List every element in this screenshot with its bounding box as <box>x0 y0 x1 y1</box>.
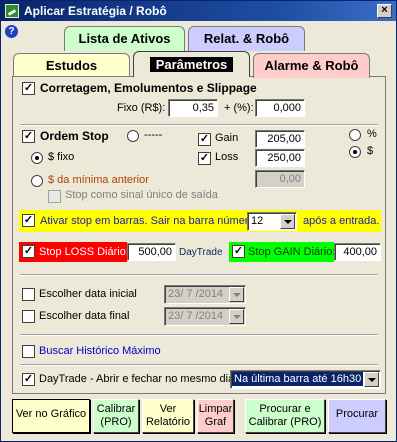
start-date-checkbox[interactable] <box>22 288 35 301</box>
app-icon <box>5 4 19 18</box>
daily-loss-input[interactable]: 500,00 <box>127 243 176 261</box>
unit-dollar-label: $ <box>367 145 374 157</box>
start-date-value: 23/ 7 /2014 <box>168 288 224 300</box>
end-date-picker[interactable]: 23/ 7 /2014 <box>164 307 246 326</box>
tab-alarme-robo[interactable]: Alarme & Robô <box>253 53 370 78</box>
pct-label: + (%): <box>224 102 254 114</box>
loss-label: Loss <box>215 151 239 163</box>
activate-label: Ativar stop em barras. Sair na barra núm… <box>40 215 255 227</box>
stop-min-radio[interactable] <box>31 175 43 187</box>
daily-gain-input[interactable]: 400,00 <box>334 243 381 261</box>
calibrar-button[interactable]: Calibrar (PRO) <box>93 399 139 433</box>
ordem-stop-checkbox[interactable]: ✓ <box>22 130 35 143</box>
separator <box>20 364 378 366</box>
daytrade-row-label: DayTrade - Abrir e fechar no mesmo dia <box>39 373 235 385</box>
activate-suffix: após a entrada. <box>303 215 380 227</box>
bar-number-select[interactable]: 12 <box>247 212 297 231</box>
end-date-value: 23/ 7 /2014 <box>168 310 224 322</box>
loss-input[interactable]: 250,00 <box>255 149 305 167</box>
gain-input[interactable]: 205,00 <box>255 130 305 148</box>
loss-checkbox[interactable]: ✓ <box>198 152 211 165</box>
fixo-input[interactable]: 0,35 <box>168 99 218 117</box>
bar-number-value: 12 <box>251 215 264 227</box>
stop-none-radio[interactable] <box>127 130 139 142</box>
costs-checkbox[interactable]: ✓ <box>22 82 35 95</box>
stop-none-label: ----- <box>144 129 163 141</box>
min-input[interactable]: 0,00 <box>255 170 305 188</box>
unit-pct-radio[interactable] <box>349 129 361 141</box>
daytrade-checkbox[interactable]: ✓ <box>22 373 35 386</box>
gain-label: Gain <box>215 132 239 144</box>
historic-label: Buscar Histórico Máximo <box>39 345 161 357</box>
tab-lista-ativos[interactable]: Lista de Ativos <box>64 26 185 51</box>
tab-estudos[interactable]: Estudos <box>13 53 130 78</box>
procurar-button[interactable]: Procurar <box>328 399 386 433</box>
daily-gain-checkbox[interactable]: ✓ <box>232 245 245 258</box>
separator <box>20 334 378 336</box>
ordem-stop-label: Ordem Stop <box>40 129 109 143</box>
daily-loss-checkbox[interactable]: ✓ <box>22 245 35 258</box>
end-date-label: Escolher data final <box>39 310 130 322</box>
close-button[interactable]: × <box>377 4 392 18</box>
start-date-picker[interactable]: 23/ 7 /2014 <box>164 285 246 304</box>
end-date-checkbox[interactable] <box>22 310 35 323</box>
window-title: Aplicar Estratégia / Robô <box>24 4 167 18</box>
start-date-label: Escolher data inicial <box>39 288 137 300</box>
chevron-down-icon[interactable] <box>229 287 244 302</box>
help-icon[interactable]: ? <box>5 25 18 38</box>
unit-dollar-radio[interactable] <box>349 146 361 158</box>
separator <box>20 274 378 276</box>
unit-pct-label: % <box>367 128 377 140</box>
ver-relatorio-button[interactable]: Ver Relatório <box>142 399 194 433</box>
stop-min-label: $ da mínima anterior <box>48 174 149 186</box>
ver-grafico-button[interactable]: Ver no Gráfico <box>12 399 90 433</box>
historic-checkbox[interactable] <box>22 345 35 358</box>
separator <box>20 124 378 126</box>
stop-signal-checkbox[interactable] <box>48 190 61 203</box>
stop-fixed-radio[interactable] <box>31 152 43 164</box>
tab-relat-robo[interactable]: Relat. & Robô <box>188 26 305 51</box>
daytrade-select-value: Na última barra até 16h30 <box>232 372 364 386</box>
daily-loss-label: Stop LOSS Diário: <box>39 246 129 258</box>
chevron-down-icon[interactable] <box>280 214 295 229</box>
gain-checkbox[interactable]: ✓ <box>198 133 211 146</box>
chevron-down-icon[interactable] <box>229 309 244 324</box>
parameters-panel: ✓ Corretagem, Emolumentos e Slippage Fix… <box>12 76 386 394</box>
activate-checkbox[interactable]: ✓ <box>22 214 35 227</box>
limpar-graf-button[interactable]: Limpar Graf <box>197 399 234 433</box>
chevron-down-icon[interactable] <box>364 372 379 387</box>
costs-label: Corretagem, Emolumentos e Slippage <box>40 81 257 95</box>
procurar-calibrar-button[interactable]: Procurar e Calibrar (PRO) <box>245 399 325 433</box>
title-bar: Aplicar Estratégia / Robô × <box>1 1 396 21</box>
daytrade-label: DayTrade <box>179 247 223 258</box>
tab-parametros-label: Parâmetros <box>149 57 234 72</box>
tab-parametros[interactable]: Parâmetros <box>133 51 250 77</box>
fixo-label: Fixo (R$): <box>117 102 166 114</box>
pct-input[interactable]: 0,000 <box>255 99 305 117</box>
daytrade-select[interactable]: Na última barra até 16h30 <box>230 370 381 389</box>
stop-signal-label: Stop como sinal único de saída <box>65 189 218 201</box>
stop-fixed-label: $ fixo <box>48 151 75 163</box>
daily-gain-label: Stop GAIN Diário: <box>248 246 336 258</box>
main-window: Aplicar Estratégia / Robô × ? Lista de A… <box>0 0 397 442</box>
